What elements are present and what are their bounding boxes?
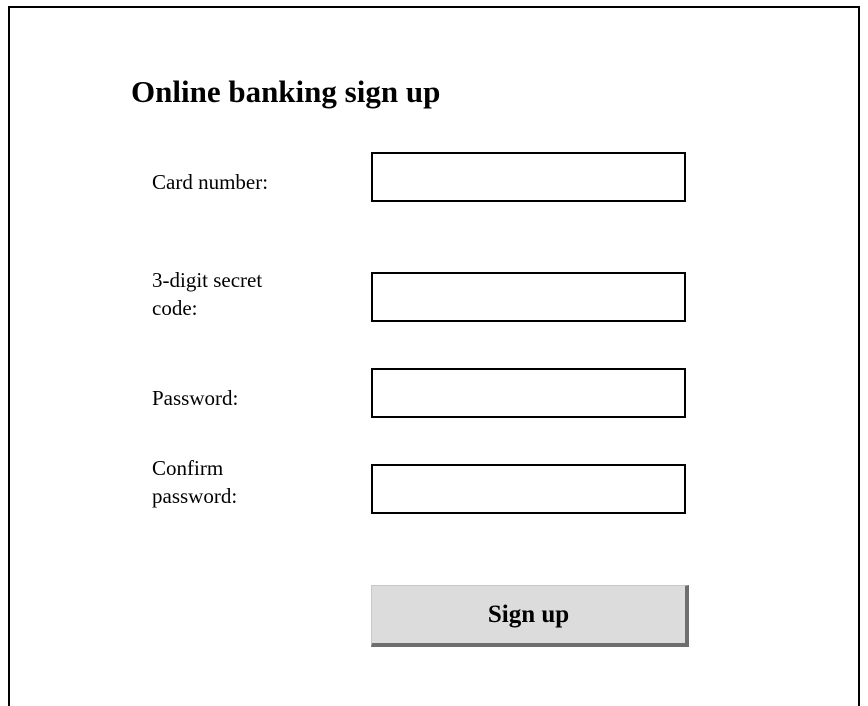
confirm-password-label: Confirm password: bbox=[152, 454, 342, 510]
secret-code-label: 3-digit secret code: bbox=[152, 266, 342, 322]
secret-code-label-line2: code: bbox=[152, 296, 198, 320]
password-label: Password: bbox=[152, 386, 239, 410]
confirm-password-label-line2: password: bbox=[152, 484, 238, 508]
password-field[interactable] bbox=[371, 368, 686, 418]
card-number-label: Card number: bbox=[152, 170, 269, 194]
page-title: Online banking sign up bbox=[131, 74, 441, 109]
secret-code-field[interactable] bbox=[371, 272, 686, 322]
secret-code-label-line1: 3-digit secret bbox=[152, 268, 263, 292]
sign-up-button[interactable]: Sign up bbox=[371, 585, 689, 647]
confirm-password-field[interactable] bbox=[371, 464, 686, 514]
card-number-field[interactable] bbox=[371, 152, 686, 202]
confirm-password-label-line1: Confirm bbox=[152, 456, 224, 480]
